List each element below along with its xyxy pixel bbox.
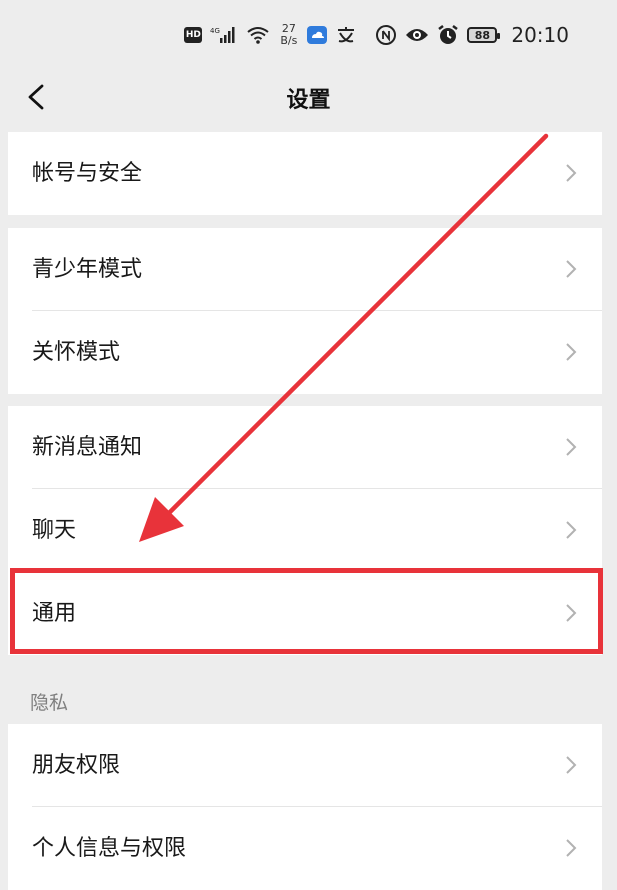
settings-group-account: 帐号与安全 — [8, 132, 602, 215]
settings-item-label: 通用 — [32, 601, 77, 626]
settings-item-personal-info[interactable]: 个人信息与权限 — [8, 807, 602, 890]
settings-item-friend-permissions[interactable]: 朋友权限 — [8, 724, 602, 807]
chevron-right-icon — [566, 839, 577, 857]
settings-item-chat[interactable]: 聊天 — [8, 489, 602, 572]
net-speed: 27 B/s — [280, 23, 297, 47]
chevron-right-icon — [566, 438, 577, 456]
settings-group-messages: 新消息通知 聊天 通用 — [8, 406, 602, 655]
page-title: 设置 — [286, 88, 331, 113]
settings-item-label: 青少年模式 — [32, 257, 143, 282]
settings-item-label: 新消息通知 — [32, 435, 143, 460]
settings-item-label: 个人信息与权限 — [32, 836, 187, 861]
settings-item-general[interactable]: 通用 — [8, 572, 602, 655]
eye-icon — [405, 26, 429, 44]
hd-icon: HD — [184, 27, 203, 43]
settings-item-label: 朋友权限 — [32, 753, 121, 778]
settings-item-account-security[interactable]: 帐号与安全 — [8, 132, 602, 215]
section-header-privacy: 隐私 — [30, 692, 69, 714]
network-type-label: 4G — [210, 27, 220, 35]
settings-item-notifications[interactable]: 新消息通知 — [8, 406, 602, 489]
settings-item-label: 关怀模式 — [32, 340, 121, 365]
settings-item-label: 聊天 — [32, 518, 77, 543]
nav-bar: 设置 — [0, 68, 617, 130]
status-bar: HD 4G 27 B/s 88 20:10 — [0, 0, 617, 68]
settings-item-label: 帐号与安全 — [32, 161, 143, 186]
nfc-icon — [375, 24, 397, 46]
settings-item-teen-mode[interactable]: 青少年模式 — [8, 228, 602, 311]
settings-item-care-mode[interactable]: 关怀模式 — [8, 311, 602, 394]
settings-group-modes: 青少年模式 关怀模式 — [8, 228, 602, 394]
battery-icon: 88 — [467, 27, 501, 43]
chevron-right-icon — [566, 164, 577, 182]
weather-icon — [307, 26, 328, 44]
settings-group-privacy: 朋友权限 个人信息与权限 — [8, 724, 602, 890]
chevron-right-icon — [566, 260, 577, 278]
clock: 20:10 — [511, 23, 569, 47]
chevron-right-icon — [566, 343, 577, 361]
net-speed-unit: B/s — [280, 34, 298, 47]
translate-icon — [335, 25, 357, 45]
alarm-icon — [437, 24, 459, 46]
chevron-right-icon — [566, 521, 577, 539]
chevron-right-icon — [566, 756, 577, 774]
chevron-right-icon — [566, 604, 577, 622]
signal-icon: 4G — [210, 26, 238, 44]
wifi-icon — [246, 25, 270, 45]
status-icons: HD 4G 27 B/s 88 20:10 — [184, 20, 569, 50]
